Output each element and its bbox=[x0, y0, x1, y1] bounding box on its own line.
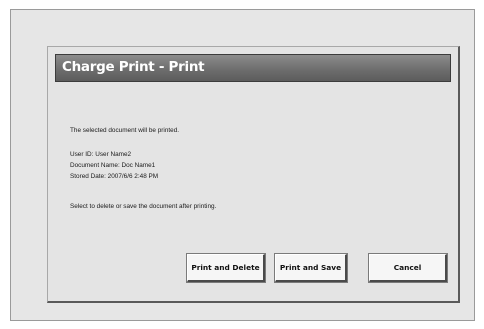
charge-print-dialog: Charge Print - Print The selected docume… bbox=[47, 46, 460, 303]
cancel-button[interactable]: Cancel bbox=[368, 253, 448, 283]
document-name-text: Document Name: Doc Name1 bbox=[70, 162, 156, 169]
print-message: The selected document will be printed. bbox=[70, 127, 180, 134]
print-and-save-button[interactable]: Print and Save bbox=[274, 253, 348, 283]
dialog-title: Charge Print - Print bbox=[62, 59, 205, 75]
user-id-text: User ID: User Name2 bbox=[70, 151, 132, 158]
dialog-title-bar: Charge Print - Print bbox=[55, 54, 451, 82]
instruction-text: Select to delete or save the document af… bbox=[70, 203, 217, 210]
touch-screen-panel: Charge Print - Print The selected docume… bbox=[10, 9, 475, 321]
stored-date-text: Stored Date: 2007/6/6 2:48 PM bbox=[70, 173, 159, 180]
print-and-delete-button[interactable]: Print and Delete bbox=[186, 253, 266, 283]
